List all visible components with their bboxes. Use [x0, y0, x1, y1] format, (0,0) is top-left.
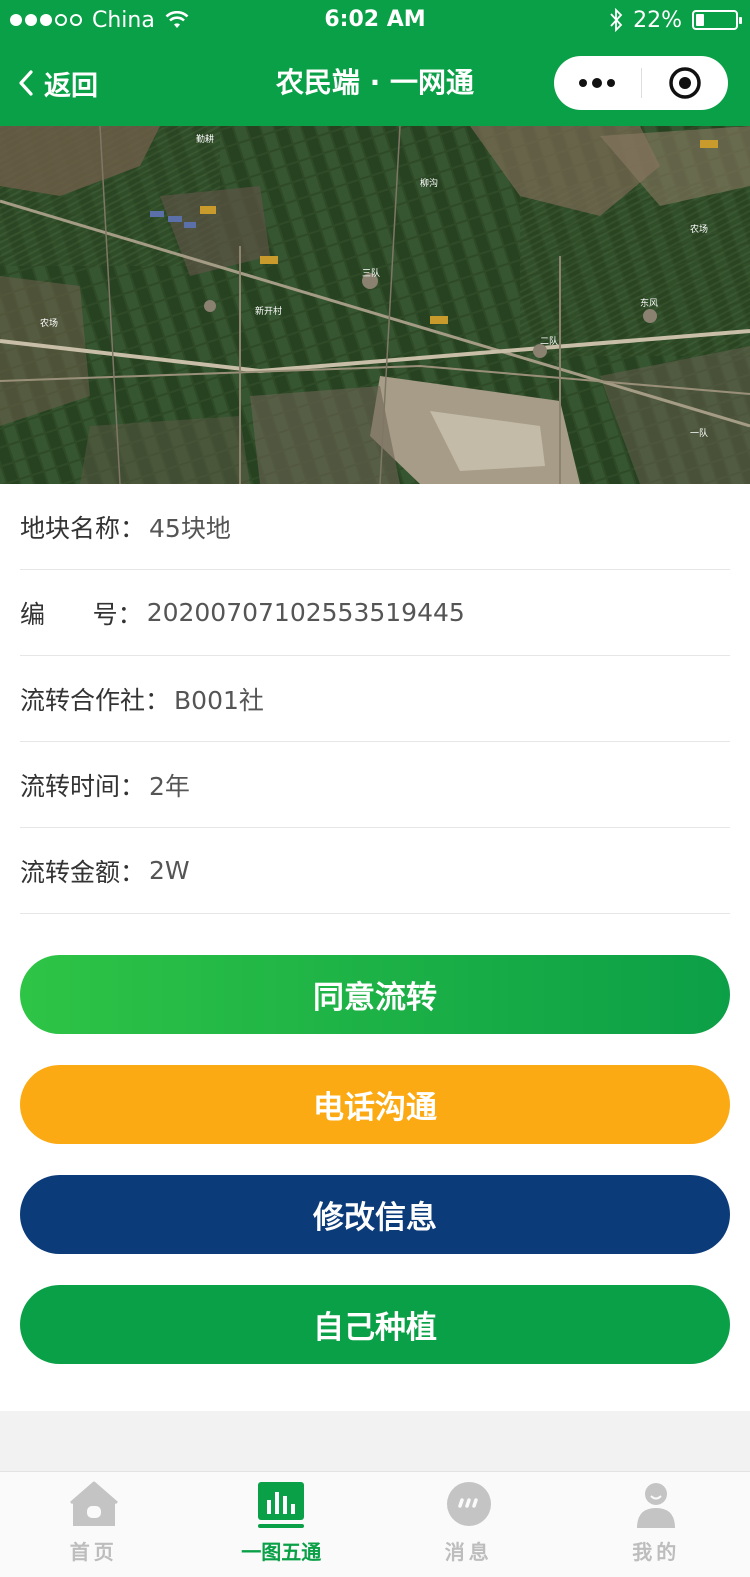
- info-value: 45块地: [149, 513, 231, 543]
- target-icon: [669, 67, 701, 99]
- map-label: 勤耕: [196, 135, 215, 145]
- tab-label: 首页: [69, 1540, 118, 1564]
- home-icon: [69, 1481, 118, 1526]
- info-value: B001社: [174, 685, 264, 715]
- info-row-cooperative: 流转合作社： B001社: [20, 656, 730, 742]
- satellite-map-image: [0, 126, 750, 484]
- map-label: 新开村: [255, 307, 283, 317]
- action-buttons: 同意流转 电话沟通 修改信息 自己种植: [20, 955, 730, 1364]
- page-bottom-spacer: [0, 1411, 750, 1471]
- map-label: 农场: [40, 319, 59, 329]
- info-label: 地块名称：: [20, 513, 146, 543]
- map-label: 三队: [362, 269, 381, 279]
- info-label: 流转合作社：: [20, 685, 171, 715]
- message-icon: [446, 1482, 491, 1526]
- satellite-map[interactable]: 勤耕 农场 新开村 三队 二队 柳沟 东风 农场 一队: [0, 126, 750, 484]
- info-row-transfer-amount: 流转金额： 2W: [20, 828, 730, 914]
- battery-icon: [692, 10, 742, 30]
- info-value: 20200707102553519445: [146, 598, 465, 627]
- battery-percent: 22%: [633, 7, 682, 33]
- info-row-plot-name: 地块名称： 45块地: [20, 484, 730, 570]
- back-button[interactable]: 返回: [18, 40, 98, 126]
- user-icon: [637, 1483, 676, 1528]
- info-label: 流转金额：: [20, 857, 146, 887]
- close-mini-program-button[interactable]: [642, 56, 729, 110]
- status-bar: China 6:02 AM 22%: [0, 0, 750, 40]
- map-label: 二队: [540, 337, 559, 347]
- nav-bar: 返回 农民端 · 一网通: [0, 40, 750, 126]
- back-label: 返回: [44, 70, 98, 102]
- more-dots-icon: [579, 78, 616, 88]
- map-label: 一队: [690, 429, 709, 439]
- info-label: 流转时间：: [20, 771, 146, 801]
- tab-home[interactable]: 首页: [0, 1472, 188, 1577]
- info-value: 2年: [149, 771, 190, 801]
- map-label: 柳沟: [420, 179, 439, 189]
- edit-info-button[interactable]: 修改信息: [20, 1175, 730, 1254]
- info-label: 编 号：: [20, 599, 143, 629]
- info-row-serial-number: 编 号： 20200707102553519445: [20, 570, 730, 656]
- chart-icon: [258, 1482, 305, 1528]
- tab-messages[interactable]: 消息: [375, 1472, 563, 1577]
- tab-bar: 首页 一图五通 消息 我的: [0, 1471, 750, 1577]
- mini-program-capsule: [554, 56, 728, 110]
- tab-map-overview[interactable]: 一图五通: [188, 1472, 376, 1577]
- tab-label: 一图五通: [241, 1540, 322, 1564]
- bluetooth-icon: [610, 8, 623, 32]
- tab-profile[interactable]: 我的: [563, 1472, 750, 1577]
- info-value: 2W: [149, 856, 190, 885]
- tab-label: 消息: [444, 1540, 493, 1564]
- plot-info-list: 地块名称： 45块地 编 号： 20200707102553519445 流转合…: [20, 484, 730, 914]
- agree-transfer-button[interactable]: 同意流转: [20, 955, 730, 1034]
- chevron-left-icon: [19, 70, 33, 96]
- tab-label: 我的: [632, 1540, 681, 1564]
- map-label: 东风: [640, 299, 659, 309]
- more-button[interactable]: [554, 56, 641, 110]
- info-row-transfer-duration: 流转时间： 2年: [20, 742, 730, 828]
- self-plant-button[interactable]: 自己种植: [20, 1285, 730, 1364]
- map-label: 农场: [690, 225, 709, 235]
- phone-contact-button[interactable]: 电话沟通: [20, 1065, 730, 1144]
